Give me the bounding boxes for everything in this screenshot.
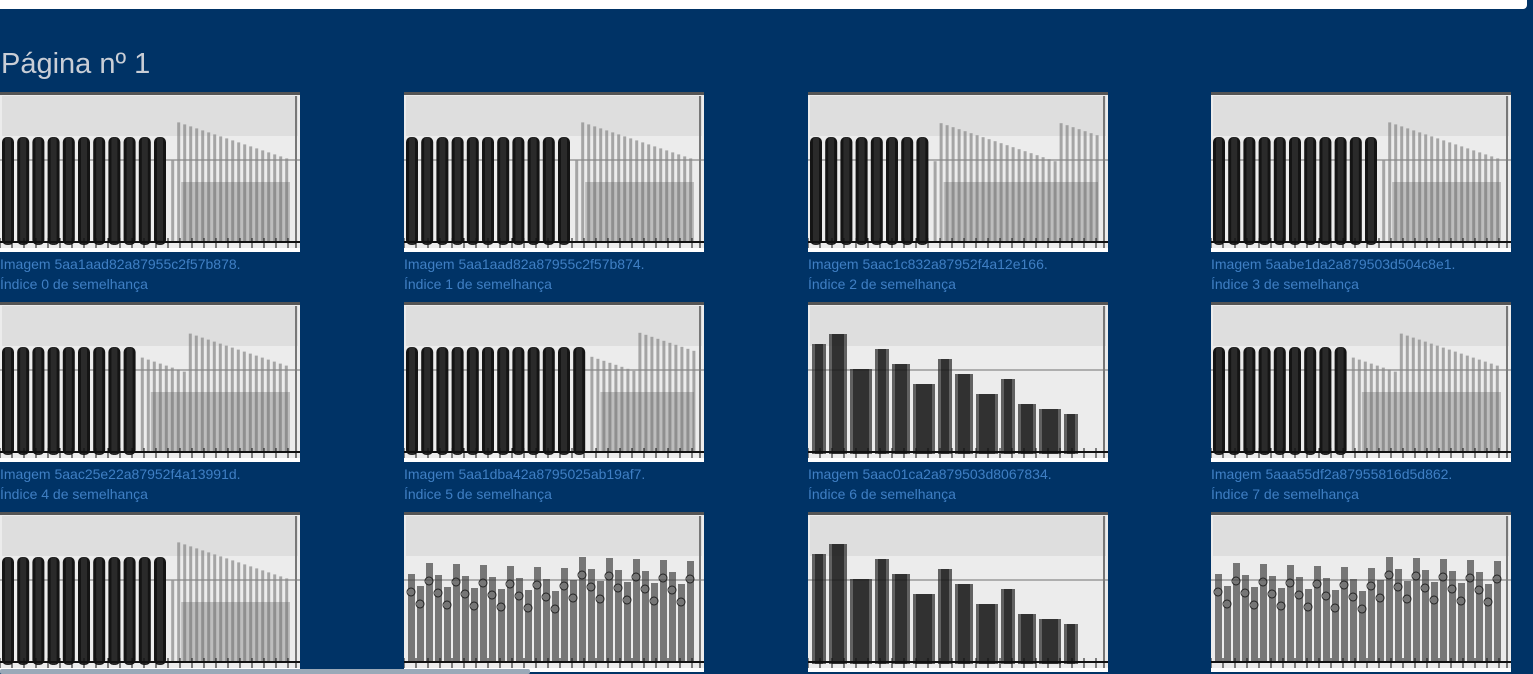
similarity-index-label: Índice 1 de semelhança	[404, 276, 552, 292]
image-caption: Imagem 5aac25e22a87952f4a13991d.	[0, 466, 241, 482]
similarity-index-label: Índice 6 de semelhança	[808, 486, 956, 502]
similarity-index-label: Índice 2 de semelhança	[808, 276, 956, 292]
top-bar	[0, 0, 1527, 9]
image-caption: Imagem 5aaa55df2a87955816d5d862.	[1211, 466, 1453, 482]
image-caption: Imagem 5aa1dba42a8795025ab19af7.	[404, 466, 646, 482]
similarity-index-label: Índice 0 de semelhança	[0, 276, 148, 292]
image-caption: Imagem 5aac1c832a87952f4a12e166.	[808, 256, 1048, 272]
xray-image-thumbnail[interactable]	[0, 92, 300, 252]
result-card: Imagem 5aa1dba42a8795025ab19af7. Índice 5…	[404, 302, 704, 504]
result-card: Imagem 5aaa55df2a87955816d5d862. Índice 7…	[1211, 302, 1511, 504]
xray-image-thumbnail[interactable]	[808, 92, 1108, 252]
horizontal-scrollbar[interactable]	[0, 669, 530, 674]
result-card: Imagem 5aabe1da2a879503d504c8e1. Índice 3…	[1211, 92, 1511, 294]
xray-image-thumbnail[interactable]	[808, 512, 1108, 672]
image-caption: Imagem 5aabe1da2a879503d504c8e1.	[1211, 256, 1456, 272]
xray-image-thumbnail[interactable]	[404, 512, 704, 672]
xray-image-thumbnail[interactable]	[404, 302, 704, 462]
xray-image-thumbnail[interactable]	[1211, 512, 1511, 672]
similarity-index-label: Índice 4 de semelhança	[0, 486, 148, 502]
result-card	[808, 512, 1108, 674]
xray-image-thumbnail[interactable]	[0, 302, 300, 462]
result-card: Imagem 5aac1c832a87952f4a12e166. Índice 2…	[808, 92, 1108, 294]
image-caption: Imagem 5aa1aad82a87955c2f57b874.	[404, 256, 645, 272]
xray-image-thumbnail[interactable]	[0, 512, 300, 672]
xray-image-thumbnail[interactable]	[404, 92, 704, 252]
xray-image-thumbnail[interactable]	[1211, 92, 1511, 252]
similarity-index-label: Índice 5 de semelhança	[404, 486, 552, 502]
image-caption: Imagem 5aac01ca2a879503d8067834.	[808, 466, 1052, 482]
page-title: Página nº 1	[1, 48, 151, 80]
xray-image-thumbnail[interactable]	[808, 302, 1108, 462]
result-card	[0, 512, 300, 674]
result-card: Imagem 5aac25e22a87952f4a13991d. Índice 4…	[0, 302, 300, 504]
result-card	[404, 512, 704, 674]
xray-image-thumbnail[interactable]	[1211, 302, 1511, 462]
result-card: Imagem 5aa1aad82a87955c2f57b874. Índice 1…	[404, 92, 704, 294]
similarity-index-label: Índice 7 de semelhança	[1211, 486, 1359, 502]
result-card: Imagem 5aac01ca2a879503d8067834. Índice 6…	[808, 302, 1108, 504]
result-card	[1211, 512, 1511, 674]
similarity-index-label: Índice 3 de semelhança	[1211, 276, 1359, 292]
result-card: Imagem 5aa1aad82a87955c2f57b878. Índice 0…	[0, 92, 300, 294]
image-caption: Imagem 5aa1aad82a87955c2f57b878.	[0, 256, 241, 272]
